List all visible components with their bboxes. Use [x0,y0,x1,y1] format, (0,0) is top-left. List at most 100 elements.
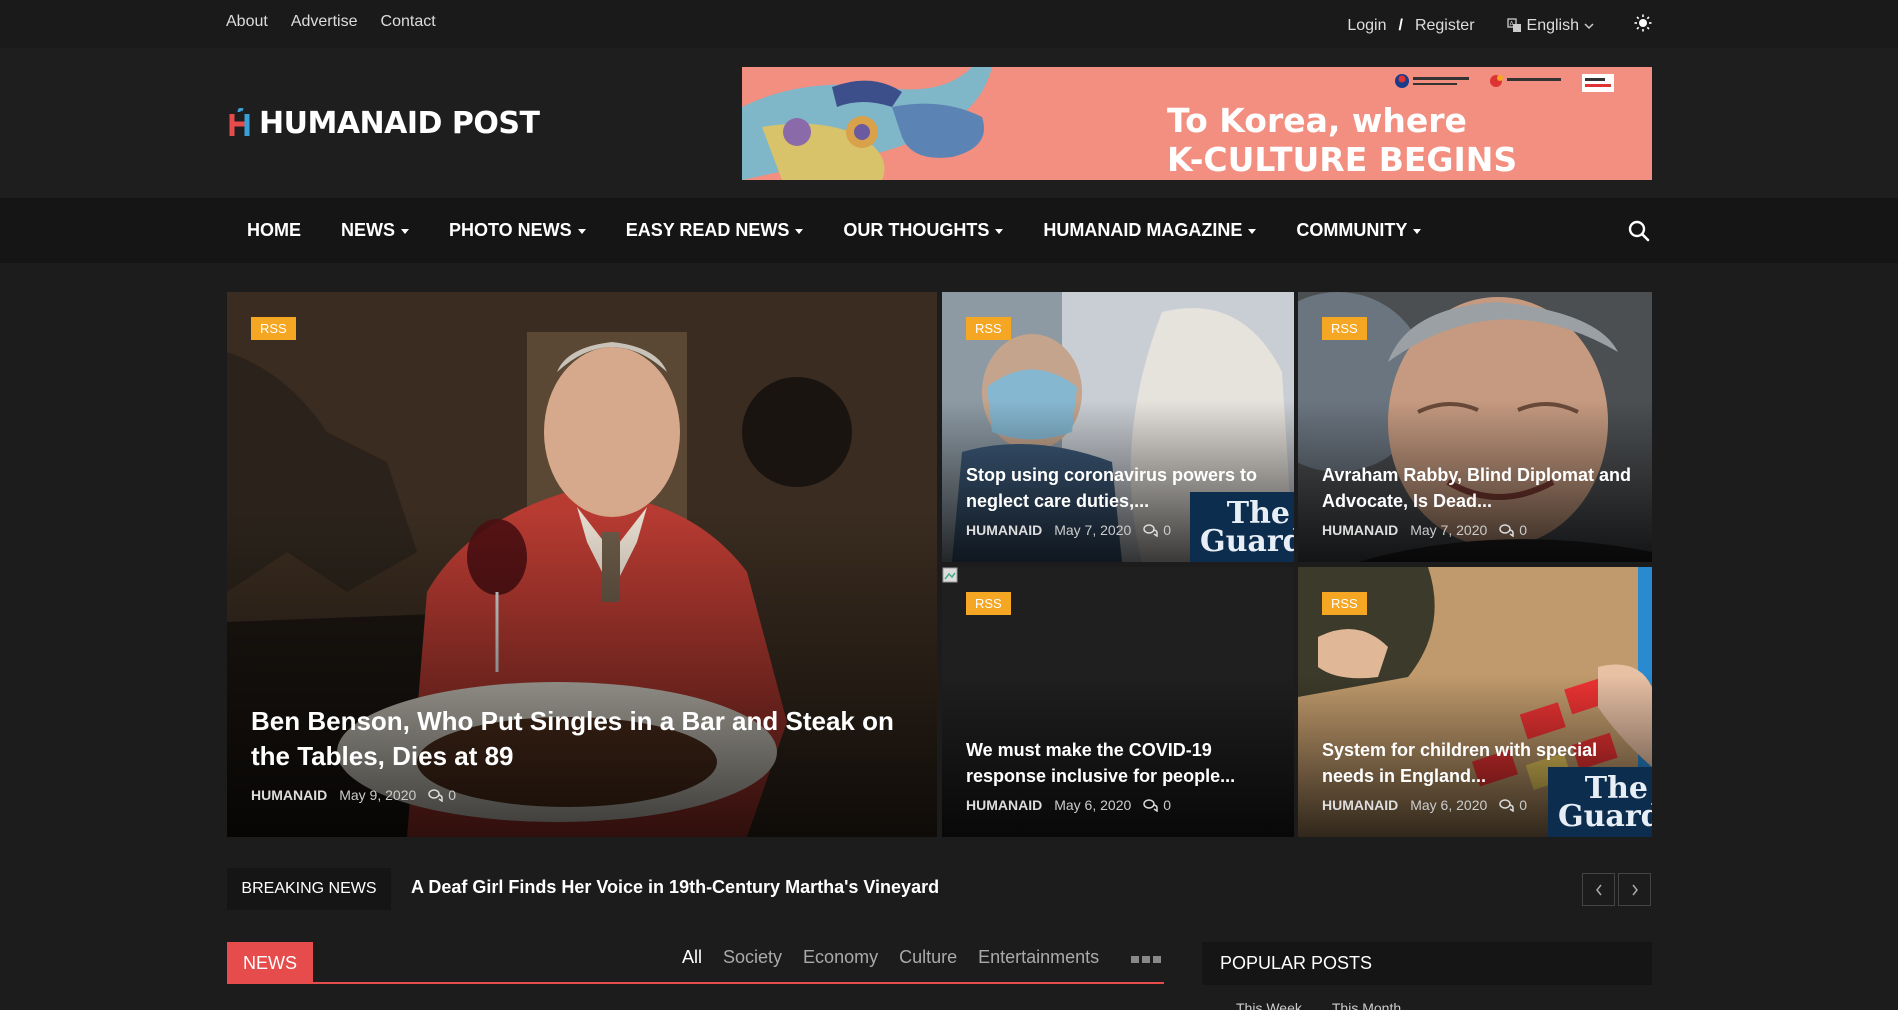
popular-posts-title: POPULAR POSTS [1220,953,1373,973]
hero-card[interactable]: RSS We must make the COVID-19 response i… [942,567,1294,837]
page: About Advertise Contact Login / Register… [0,0,1898,1010]
tab-this-week[interactable]: This Week [1236,1000,1302,1010]
language-selector[interactable]: A English [1506,17,1594,35]
nav-easy-read-news[interactable]: EASY READ NEWS [606,220,824,241]
banner-headline: To Korea, where K-CULTURE BEGINS [1167,101,1517,179]
hero-card-title[interactable]: Stop using coronavirus powers to neglect… [966,462,1276,514]
comments-icon [1499,798,1515,812]
hero-main-meta: HUMANAID May 9, 2020 0 [251,787,456,803]
search-icon[interactable] [1627,219,1651,243]
breaking-news-label: BREAKING NEWS [227,868,391,910]
comment-count-value: 0 [448,787,457,803]
contact-link[interactable]: Contact [381,13,436,31]
nav-label: EASY READ NEWS [625,220,790,240]
rss-badge[interactable]: RSS [1322,317,1367,340]
tab-economy[interactable]: Economy [803,947,878,968]
author-name[interactable]: HUMANAID [966,522,1042,538]
nav-photo-news[interactable]: PHOTO NEWS [429,220,606,241]
nav-label: HUMANAID MAGAZINE [1043,220,1243,240]
author-name[interactable]: HUMANAID [1322,797,1398,813]
tab-culture[interactable]: Culture [899,947,957,968]
banner-line-2: K-CULTURE BEGINS [1167,140,1518,179]
advertise-link[interactable]: Advertise [291,13,358,31]
rss-badge[interactable]: RSS [966,592,1011,615]
tab-society[interactable]: Society [723,947,782,968]
nav-label: COMMUNITY [1296,220,1408,240]
rss-badge[interactable]: RSS [251,317,296,340]
theme-toggle[interactable] [1634,14,1652,37]
sun-icon [1634,14,1652,32]
ad-banner[interactable]: To Korea, where K-CULTURE BEGINS [742,67,1652,180]
chevron-down-icon [1584,22,1594,29]
rss-badge[interactable]: RSS [1322,592,1367,615]
comment-count[interactable]: 0 [1143,522,1171,538]
top-bar: About Advertise Contact Login / Register… [0,0,1898,48]
post-date: May 9, 2020 [339,787,417,803]
post-date: May 7, 2020 [1410,522,1488,538]
nav-items: HOME NEWS PHOTO NEWS EASY READ NEWS OUR … [227,198,1441,263]
comment-count[interactable]: 0 [1143,797,1171,813]
rss-badge[interactable]: RSS [966,317,1011,340]
account-controls: Login / Register A English [1347,14,1652,37]
popular-posts-header: POPULAR POSTS [1202,942,1652,985]
nav-label: PHOTO NEWS [449,220,572,240]
author-name[interactable]: HUMANAID [966,797,1042,813]
comment-count-value: 0 [1519,797,1528,813]
tab-this-month[interactable]: This Month [1332,1000,1401,1010]
login-separator: / [1398,16,1403,34]
caret-down-icon [1248,229,1257,234]
breaking-prev-button[interactable] [1582,873,1615,906]
hero-card-title[interactable]: Avraham Rabby, Blind Diplomat and Advoca… [1322,462,1634,514]
nav-community[interactable]: COMMUNITY [1276,220,1441,241]
comment-count[interactable]: 0 [428,787,456,803]
more-tabs-button[interactable] [1131,956,1161,963]
hero-card[interactable]: RSS The Guard System for children with s… [1298,567,1652,837]
comment-count[interactable]: 0 [1499,797,1527,813]
hero-main-card[interactable]: RSS Ben Benson, Who Put Singles in a Bar… [227,292,937,837]
comments-icon [1143,798,1159,812]
banner-line-1: To Korea, where [1167,101,1467,140]
comment-count[interactable]: 0 [1499,522,1527,538]
translate-icon: A [1506,18,1521,32]
comment-count-value: 0 [1163,797,1172,813]
register-link[interactable]: Register [1415,17,1475,35]
post-date: May 7, 2020 [1054,522,1132,538]
author-name[interactable]: HUMANAID [251,787,327,803]
about-link[interactable]: About [226,13,268,31]
sponsor-logo-2 [1490,75,1561,87]
breaking-next-button[interactable] [1618,873,1651,906]
banner-illustration [742,67,992,180]
comment-count-value: 0 [1163,522,1172,538]
tab-entertainments[interactable]: Entertainments [978,947,1099,968]
nav-home[interactable]: HOME [227,220,321,241]
hero-card[interactable]: RSS The Guard Stop using coronavirus pow… [942,292,1294,562]
hero-card-title[interactable]: We must make the COVID-19 response inclu… [966,737,1276,789]
comments-icon [1499,523,1515,537]
news-category-tabs: All Society Economy Culture Entertainmen… [682,947,1099,968]
nav-our-thoughts[interactable]: OUR THOUGHTS [823,220,1023,241]
nav-label: OUR THOUGHTS [843,220,990,240]
author-name[interactable]: HUMANAID [1322,522,1398,538]
site-logo[interactable]: HUMANAID POST [227,106,540,141]
tab-all[interactable]: All [682,947,702,968]
dot-icon [1131,956,1139,963]
caret-down-icon [577,229,586,234]
breaking-news-headline[interactable]: A Deaf Girl Finds Her Voice in 19th-Cent… [411,877,939,898]
hero-card-meta: HUMANAID May 6, 2020 0 [1322,797,1527,813]
sponsor-logo-1 [1395,74,1469,88]
dot-icon [1153,956,1161,963]
news-section-divider [227,982,1164,984]
banner-sponsor-logos [1393,72,1616,94]
caret-down-icon [1413,229,1422,234]
chevron-left-icon [1595,884,1602,895]
main-nav: HOME NEWS PHOTO NEWS EASY READ NEWS OUR … [0,198,1898,263]
hero-card-title[interactable]: System for children with special needs i… [1322,737,1634,789]
comments-icon [1143,523,1159,537]
nav-humanaid-magazine[interactable]: HUMANAID MAGAZINE [1023,220,1276,241]
post-date: May 6, 2020 [1410,797,1488,813]
hero-card[interactable]: RSS Avraham Rabby, Blind Diplomat and Ad… [1298,292,1652,562]
nav-label: HOME [247,220,301,240]
hero-main-title[interactable]: Ben Benson, Who Put Singles in a Bar and… [251,704,919,774]
nav-news[interactable]: NEWS [321,220,429,241]
login-link[interactable]: Login [1347,17,1386,35]
